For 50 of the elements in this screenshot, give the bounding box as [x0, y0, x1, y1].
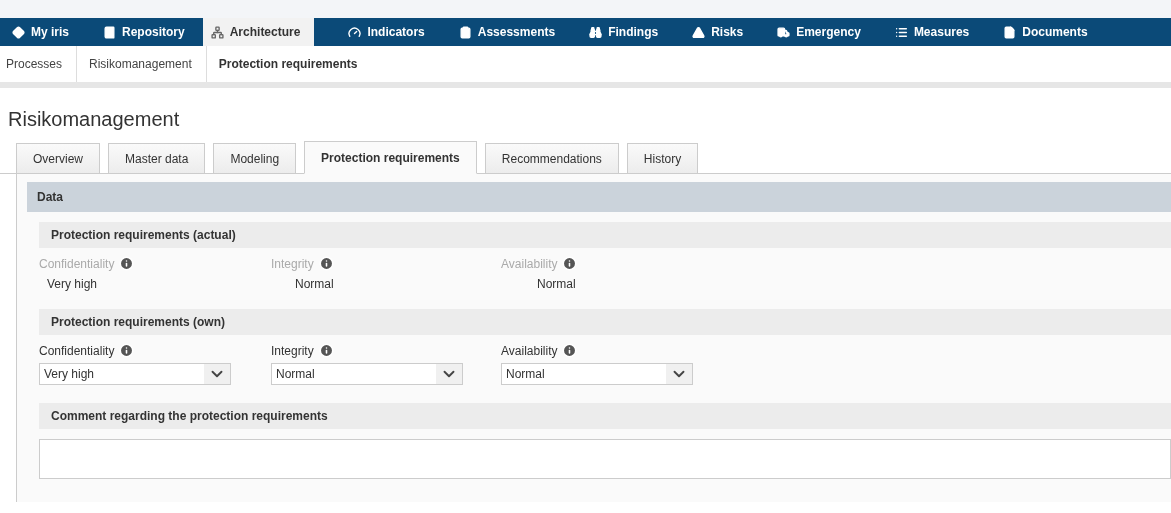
section-header: Comment regarding the protection requirements	[39, 403, 1171, 429]
breadcrumb-link[interactable]: Processes	[6, 46, 78, 82]
field-value: Normal	[537, 277, 577, 291]
nav-item[interactable]: My iris	[4, 18, 83, 46]
field-label: Integrity	[271, 256, 314, 271]
breadcrumb-link[interactable]: Risikomanagement	[77, 46, 207, 82]
info-icon	[562, 343, 578, 358]
gauge-icon	[348, 25, 362, 39]
field-label: Integrity	[271, 343, 314, 358]
info-icon	[318, 256, 334, 271]
warning-icon	[692, 25, 706, 39]
diamond-icon	[12, 25, 25, 39]
nav-item[interactable]: Emergency	[769, 18, 875, 46]
list-icon	[894, 25, 908, 39]
network-icon	[210, 25, 224, 39]
binoculars-icon	[589, 25, 603, 39]
nav-item[interactable]: Risks	[684, 18, 758, 46]
section-header: Protection requirements (actual)	[39, 222, 1171, 248]
nav-item[interactable]: Repository	[95, 18, 199, 46]
info-icon	[119, 256, 135, 271]
comment-field[interactable]	[39, 439, 1171, 479]
tab[interactable]: Modeling	[213, 143, 297, 173]
info-icon	[119, 343, 135, 358]
field-label: Availability	[501, 256, 558, 271]
field-label: Confidentiality	[39, 343, 115, 358]
info-icon	[318, 343, 334, 358]
nav-item[interactable]: Measures	[886, 18, 984, 46]
dropdown[interactable]: Very high	[39, 363, 231, 385]
panel-header: Data	[27, 182, 1171, 212]
tab[interactable]: Overview	[16, 143, 100, 173]
tab[interactable]: Master data	[108, 143, 206, 173]
field-value: Normal	[295, 277, 335, 291]
page-title: Risikomanagement	[8, 108, 181, 131]
tab[interactable]: Recommendations	[484, 143, 619, 173]
nav-item[interactable]: Indicators	[340, 18, 439, 46]
breadcrumb-link[interactable]: Protection requirements	[206, 46, 372, 82]
nav-item[interactable]: Assessments	[450, 18, 570, 46]
field-label: Confidentiality	[39, 256, 115, 271]
nav-item[interactable]: Architecture	[202, 18, 315, 46]
dropdown[interactable]: Normal	[271, 363, 463, 385]
dropdown[interactable]: Normal	[501, 363, 693, 385]
field-label: Availability	[501, 343, 558, 358]
section-header: Protection requirements (own)	[39, 309, 1171, 335]
tab[interactable]: History	[626, 143, 699, 173]
nav-item[interactable]: Findings	[581, 18, 673, 46]
info-icon	[562, 256, 578, 271]
tab[interactable]: Protection requirements	[304, 141, 477, 174]
file-icon	[1003, 25, 1017, 39]
field-value: Very high	[47, 277, 99, 291]
nav-item[interactable]: Documents	[995, 18, 1102, 46]
